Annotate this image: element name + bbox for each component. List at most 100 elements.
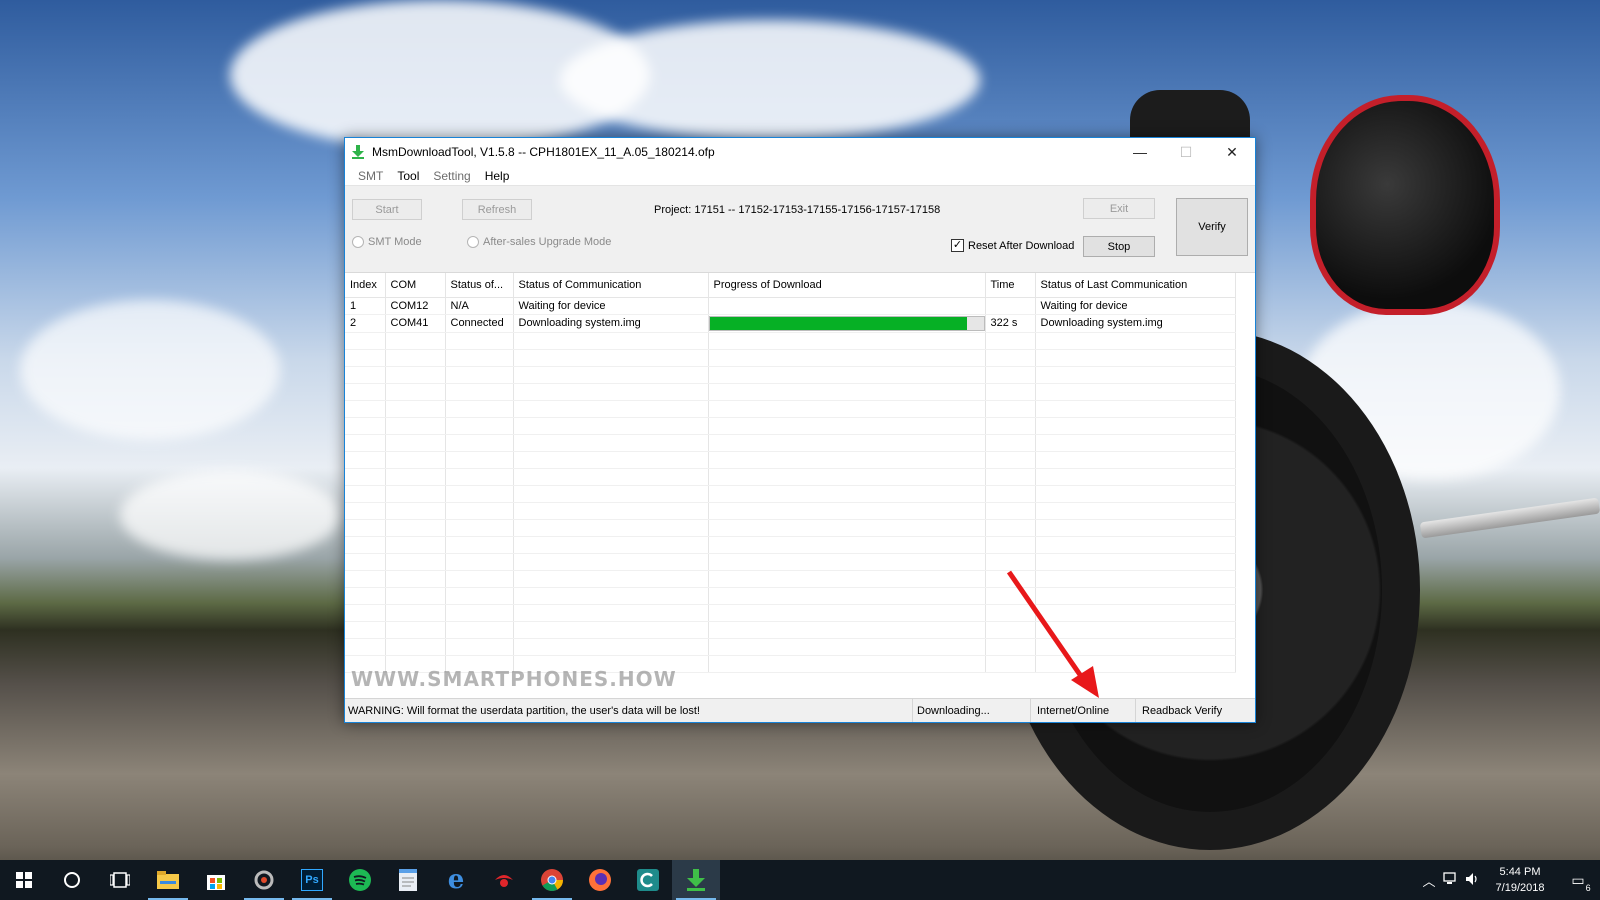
download-progress-bar [708, 315, 984, 331]
empty-cell [445, 553, 514, 571]
cell-com: COM41 [385, 314, 446, 333]
empty-cell [513, 502, 709, 520]
empty-cell [445, 536, 514, 554]
stop-button[interactable]: Stop [1083, 236, 1155, 257]
empty-table-row [345, 400, 1236, 418]
empty-cell [345, 621, 386, 639]
column-header-last-communication[interactable]: Status of Last Communication [1035, 273, 1236, 298]
volume-icon[interactable] [1462, 872, 1484, 889]
empty-cell [345, 349, 386, 367]
ccleaner-icon[interactable] [624, 860, 672, 900]
empty-cell [345, 383, 386, 401]
cell-index: 2 [345, 314, 386, 333]
chrome-icon[interactable] [528, 860, 576, 900]
menu-tool[interactable]: Tool [390, 169, 426, 183]
empty-cell [445, 417, 514, 435]
empty-cell [708, 451, 986, 469]
empty-cell [985, 332, 1036, 350]
column-header-communication[interactable]: Status of Communication [513, 273, 709, 298]
empty-table-row [345, 502, 1236, 520]
close-button[interactable]: ✕ [1209, 138, 1255, 166]
empty-cell [1035, 417, 1236, 435]
empty-cell [385, 468, 446, 486]
empty-cell [513, 519, 709, 537]
empty-cell [985, 417, 1036, 435]
empty-cell [385, 434, 446, 452]
clock[interactable]: 5:44 PM 7/19/2018 [1484, 864, 1556, 896]
reset-after-download-label: Reset After Download [968, 239, 1075, 252]
radio-circle [467, 236, 479, 248]
empty-cell [985, 519, 1036, 537]
minimize-button[interactable]: — [1117, 138, 1163, 166]
menu-setting[interactable]: Setting [426, 169, 477, 183]
status-state: Downloading... [913, 699, 1031, 722]
empty-cell [1035, 519, 1236, 537]
firefox-icon[interactable] [576, 860, 624, 900]
msm-download-icon[interactable] [672, 860, 720, 900]
empty-cell [345, 451, 386, 469]
empty-table-row [345, 451, 1236, 469]
status-bar: WARNING: Will format the userdata partit… [345, 698, 1255, 722]
empty-cell [445, 366, 514, 384]
column-header-index[interactable]: Index [345, 273, 386, 298]
empty-cell [385, 587, 446, 605]
windows-start-icon[interactable] [0, 860, 48, 900]
photoshop-label: Ps [301, 869, 323, 891]
empty-cell [985, 383, 1036, 401]
notification-center-icon[interactable]: ▭ 6 [1556, 872, 1600, 893]
spotify-icon[interactable] [336, 860, 384, 900]
edge-icon[interactable]: e [432, 860, 480, 900]
reset-after-download-checkbox[interactable]: ✓ Reset After Download [951, 239, 1074, 252]
column-header-status[interactable]: Status of... [445, 273, 514, 298]
task-view-icon[interactable] [96, 860, 144, 900]
empty-cell [513, 587, 709, 605]
table-row[interactable]: 1 COM12 N/A Waiting for device Waiting f… [345, 297, 1236, 315]
status-mode: Readback Verify [1142, 704, 1223, 717]
red-arrow-annotation [1006, 570, 1099, 698]
empty-cell [345, 468, 386, 486]
cell-status: Connected [445, 314, 514, 333]
empty-cell [985, 349, 1036, 367]
exit-button[interactable]: Exit [1083, 198, 1155, 219]
smt-mode-radio[interactable]: SMT Mode [352, 236, 422, 248]
menu-help[interactable]: Help [478, 169, 517, 183]
cell-com: COM12 [385, 297, 446, 315]
empty-cell [985, 451, 1036, 469]
table-row[interactable]: 2 COM41 Connected Downloading system.img… [345, 314, 1236, 333]
column-header-com[interactable]: COM [385, 273, 446, 298]
refresh-button[interactable]: Refresh [462, 199, 532, 220]
notepad-icon[interactable] [384, 860, 432, 900]
file-explorer-icon[interactable] [144, 860, 192, 900]
davinci-icon[interactable] [240, 860, 288, 900]
menu-smt[interactable]: SMT [351, 169, 390, 183]
empty-cell [708, 587, 986, 605]
store-icon[interactable] [192, 860, 240, 900]
empty-cell [1035, 366, 1236, 384]
empty-cell [445, 604, 514, 622]
verify-button[interactable]: Verify [1176, 198, 1248, 256]
photoshop-icon[interactable]: Ps [288, 860, 336, 900]
empty-cell [445, 383, 514, 401]
maximize-button[interactable]: ☐ [1163, 138, 1209, 166]
network-icon[interactable] [1440, 871, 1462, 889]
empty-cell [708, 621, 986, 639]
empty-cell [385, 621, 446, 639]
status-network: Internet/Online [1031, 699, 1136, 722]
empty-cell [985, 400, 1036, 418]
cortana-search-icon[interactable] [48, 860, 96, 900]
column-header-time[interactable]: Time [985, 273, 1036, 298]
empty-cell [1035, 451, 1236, 469]
empty-cell [708, 417, 986, 435]
chevron-up-icon[interactable]: ︿ [1418, 871, 1440, 890]
start-button[interactable]: Start [352, 199, 422, 220]
empty-cell [385, 349, 446, 367]
cell-progress [708, 314, 986, 333]
msm-download-tool-window: MsmDownloadTool, V1.5.8 -- CPH1801EX_11_… [344, 137, 1256, 723]
empty-cell [385, 638, 446, 656]
checkmark-icon: ✓ [951, 239, 964, 252]
antivirus-icon[interactable] [480, 860, 528, 900]
radio-circle [352, 236, 364, 248]
column-header-progress[interactable]: Progress of Download [708, 273, 986, 298]
after-sales-mode-radio[interactable]: After-sales Upgrade Mode [467, 236, 611, 248]
empty-table-row [345, 332, 1236, 350]
